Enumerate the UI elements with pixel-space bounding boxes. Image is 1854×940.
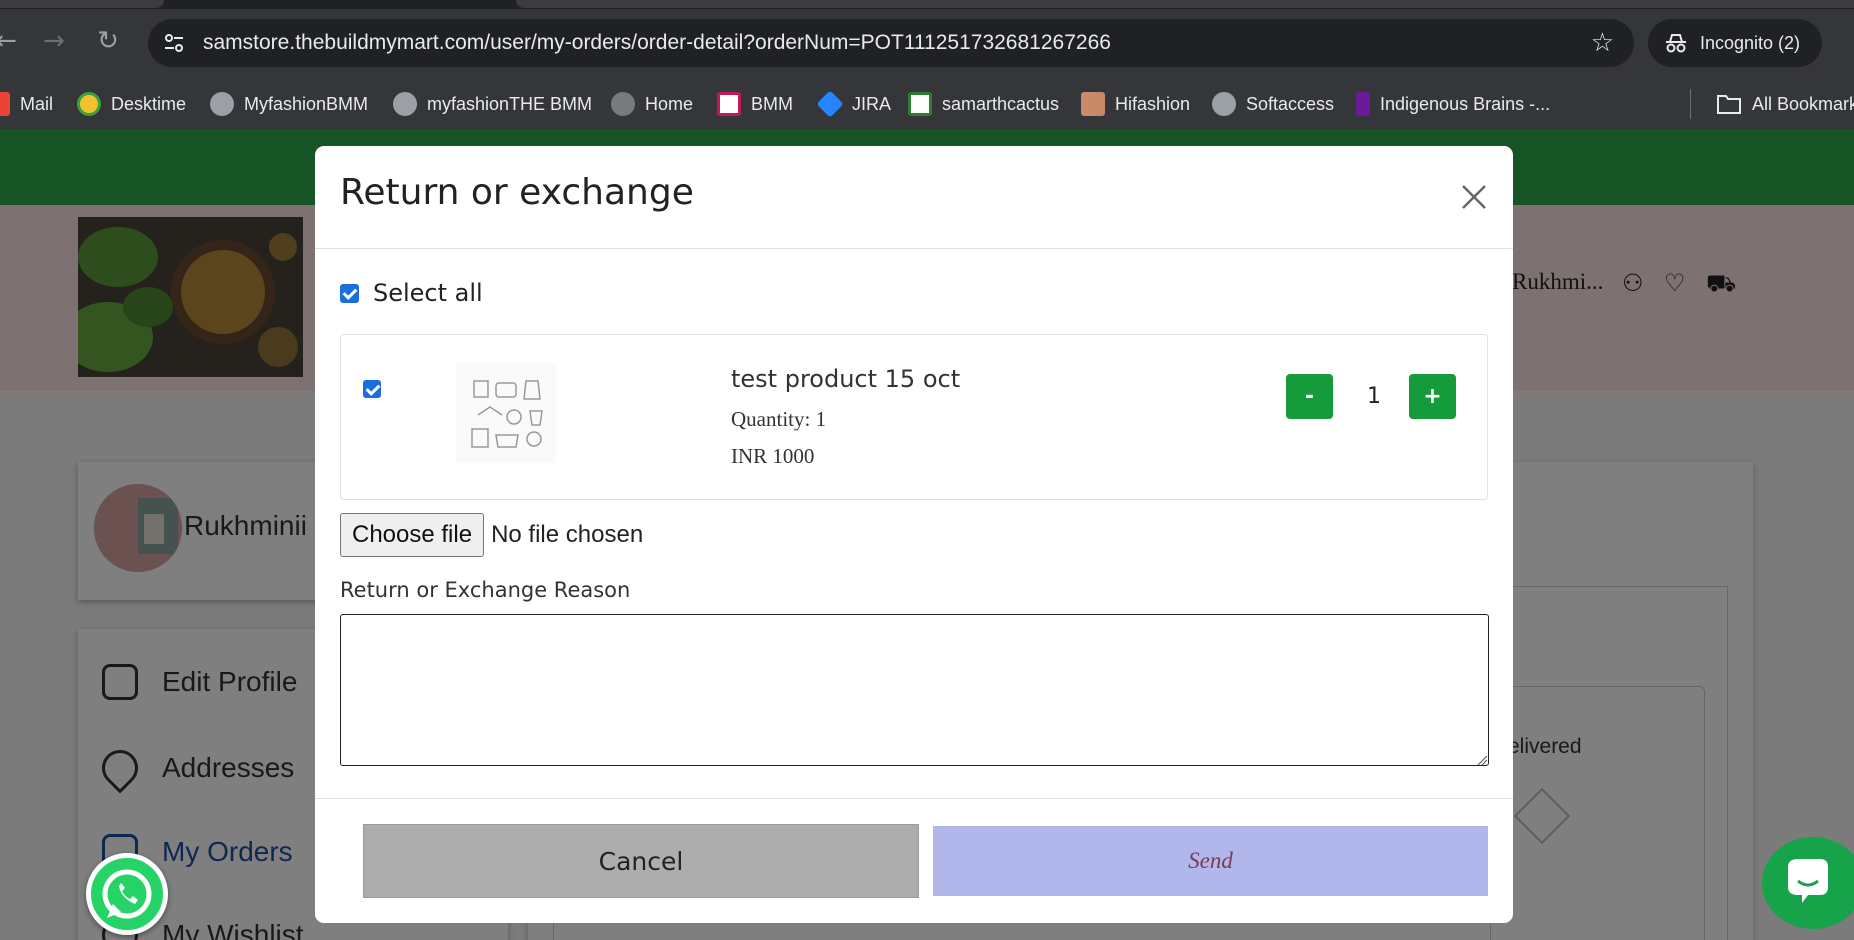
bookmark-star-icon[interactable]: ☆	[1591, 28, 1614, 58]
product-name: test product 15 oct	[731, 365, 961, 393]
globe-icon	[1212, 92, 1236, 116]
file-input[interactable]: Choose file No file chosen	[340, 513, 643, 557]
resize-handle-icon[interactable]	[1476, 754, 1488, 766]
product-row: test product 15 oct Quantity: 1 INR 1000…	[340, 334, 1488, 500]
jira-icon	[816, 90, 844, 118]
cactus-icon	[908, 92, 932, 116]
folder-icon	[1717, 95, 1741, 114]
bookmark-myfashionbmm[interactable]: MyfashionBMM	[210, 79, 368, 129]
close-icon[interactable]	[1455, 178, 1493, 216]
modal-title: Return or exchange	[340, 172, 694, 213]
select-all[interactable]: Select all	[340, 279, 483, 307]
choose-file-button[interactable]: Choose file	[340, 513, 485, 557]
all-bookmarks[interactable]: All Bookmarks	[1716, 79, 1854, 129]
quantity-value: 1	[1367, 384, 1381, 409]
incognito-label: Incognito (2)	[1700, 33, 1801, 53]
reload-icon[interactable]: ↻	[88, 21, 128, 61]
browser-tab[interactable]	[516, 0, 1854, 8]
bookmark-desktime[interactable]: Desktime	[77, 79, 186, 129]
bookmarks-divider	[1690, 89, 1691, 119]
send-button[interactable]: Send	[933, 826, 1488, 896]
product-checkbox[interactable]	[363, 380, 381, 398]
file-status: No file chosen	[491, 521, 644, 548]
increment-button[interactable]: +	[1409, 374, 1456, 419]
bookmark-indigenous-brains[interactable]: Indigenous Brains -...	[1351, 79, 1550, 129]
reason-label: Return or Exchange Reason	[340, 578, 631, 602]
mail-icon	[0, 92, 10, 116]
select-all-label[interactable]: Select all	[373, 279, 483, 307]
back-icon[interactable]: ←	[0, 21, 26, 61]
globe-icon	[210, 92, 234, 116]
modal-header: Return or exchange	[315, 146, 1513, 249]
product-price: INR 1000	[731, 444, 815, 468]
bmm-icon	[717, 92, 741, 116]
address-bar[interactable]: samstore.thebuildmymart.com/user/my-orde…	[148, 19, 1634, 67]
bookmark-home[interactable]: Home	[611, 79, 693, 129]
globe-icon	[611, 92, 635, 116]
chat-icon[interactable]	[1762, 837, 1854, 929]
cancel-button[interactable]: Cancel	[363, 824, 919, 898]
bookmarks-bar: Mail Desktime MyfashionBMM myfashionTHE …	[0, 79, 1854, 129]
bookmark-softaccess[interactable]: Softaccess	[1212, 79, 1334, 129]
bookmark-bmm[interactable]: BMM	[717, 79, 793, 129]
product-thumbnail	[456, 363, 556, 463]
return-exchange-modal: Return or exchange Select all test produ…	[315, 146, 1513, 923]
globe-icon	[393, 92, 417, 116]
bookmark-hifashion[interactable]: Hifashion	[1081, 79, 1190, 129]
browser-tab[interactable]	[0, 0, 164, 8]
site-info-icon[interactable]	[162, 31, 186, 55]
modal-footer: Cancel Send	[315, 798, 1513, 923]
incognito-indicator[interactable]: Incognito (2)	[1648, 19, 1822, 67]
forward-icon[interactable]: →	[34, 21, 74, 61]
url-text[interactable]: samstore.thebuildmymart.com/user/my-orde…	[203, 19, 1111, 67]
select-all-checkbox[interactable]	[340, 283, 359, 303]
desktime-icon	[77, 92, 101, 116]
bookmark-myfashionthebmm[interactable]: myfashionTHE BMM	[393, 79, 592, 129]
indigenous-icon	[1356, 92, 1370, 116]
bookmark-samarthcactus[interactable]: samarthcactus	[908, 79, 1059, 129]
whatsapp-icon[interactable]	[86, 853, 168, 935]
more-menu-icon[interactable]: ⋮	[1846, 31, 1854, 53]
product-quantity: Quantity: 1	[731, 407, 827, 431]
browser-toolbar: ← → ↻ samstore.thebuildmymart.com/user/m…	[0, 9, 1854, 79]
bookmark-jira[interactable]: JIRA	[816, 79, 891, 129]
hifashion-icon	[1081, 92, 1105, 116]
reason-textarea[interactable]	[340, 614, 1489, 766]
tab-strip	[0, 0, 1854, 9]
bookmark-mail[interactable]: Mail	[0, 79, 53, 129]
decrement-button[interactable]: -	[1286, 374, 1333, 419]
incognito-icon	[1666, 34, 1686, 53]
